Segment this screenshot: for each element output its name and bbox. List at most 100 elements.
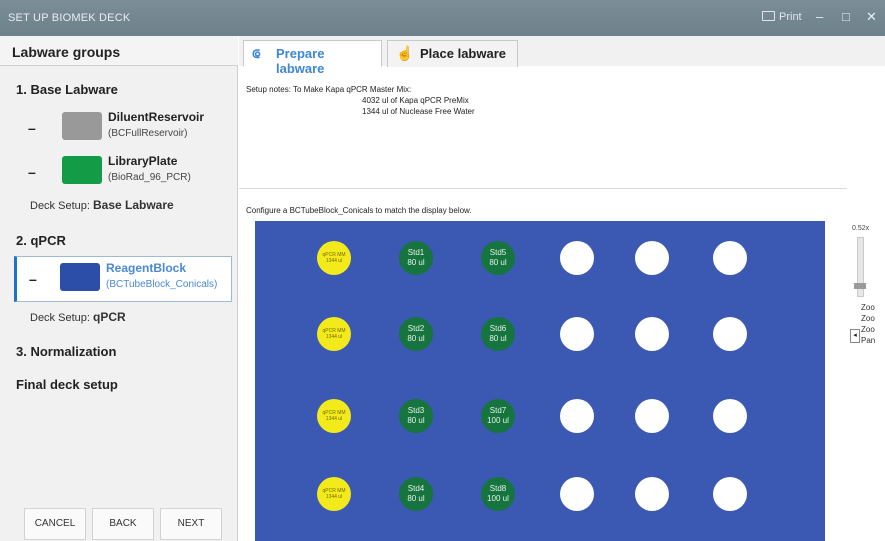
labware-type: (BioRad_96_PCR) — [108, 172, 191, 183]
labware-name: ReagentBlock — [106, 261, 187, 275]
well-volume: 80 ul — [407, 334, 425, 343]
minimize-button[interactable]: – — [816, 9, 823, 24]
maximize-button[interactable]: □ — [842, 9, 850, 24]
standard-well[interactable]: Std8 100 ul — [481, 477, 515, 511]
master-mix-well[interactable]: qPCR MM 1344 ul — [317, 241, 351, 275]
collapse-dash-icon[interactable]: – — [29, 271, 37, 287]
standard-well[interactable]: Std1 80 ul — [399, 241, 433, 275]
empty-well[interactable] — [713, 241, 747, 275]
well-label: Std1 — [407, 248, 425, 257]
spinner-left-icon[interactable]: ◂ — [850, 329, 860, 343]
well-volume: 1344 ul — [325, 334, 343, 340]
section-base-labware[interactable]: 1. Base Labware — [16, 82, 118, 97]
well-volume: 80 ul — [489, 258, 507, 267]
close-button[interactable]: ✕ — [866, 9, 877, 25]
print-label: Print — [779, 11, 802, 23]
empty-well[interactable] — [635, 241, 669, 275]
tab-prepare-labware[interactable]: ⟃ Prepare labware — [243, 40, 382, 76]
zoom-option[interactable]: Zoo — [861, 325, 875, 334]
deck-setup-prefix: Deck Setup: — [30, 200, 90, 212]
back-button[interactable]: BACK — [92, 508, 154, 540]
deck-setup-prefix: Deck Setup: — [30, 312, 90, 324]
well-volume: 80 ul — [407, 416, 425, 425]
labware-type: (BCFullReservoir) — [108, 128, 188, 139]
labware-name: LibraryPlate — [108, 154, 178, 168]
empty-well[interactable] — [713, 399, 747, 433]
zoom-slider-thumb[interactable] — [854, 283, 866, 289]
tab-place-labware[interactable]: ☝ Place labware — [387, 40, 518, 67]
pan-option[interactable]: Pan — [861, 336, 875, 345]
well-label: Std2 — [407, 324, 425, 333]
standard-well[interactable]: Std3 80 ul — [399, 399, 433, 433]
setup-notes-line3: 1344 ul of Nuclease Free Water — [362, 107, 475, 116]
section-final-deck-setup[interactable]: Final deck setup — [16, 377, 118, 392]
empty-well[interactable] — [635, 317, 669, 351]
labware-groups-title: Labware groups — [12, 44, 121, 60]
well-label: Std6 — [489, 324, 507, 333]
empty-well[interactable] — [713, 477, 747, 511]
setup-notes-line2: 4032 ul of Kapa qPCR PreMix — [362, 96, 469, 105]
well-label: Std3 — [407, 406, 425, 415]
tube-block-display: qPCR MM 1344 ul Std1 80 ul Std5 80 ul qPCR MM 1… — [255, 221, 825, 541]
labware-name: DiluentReservoir — [108, 110, 205, 124]
collapse-dash-icon[interactable]: – — [28, 120, 36, 136]
main-area: ⟃ Prepare labware ☝ Place labware Setup … — [239, 36, 885, 541]
master-mix-well[interactable]: qPCR MM 1344 ul — [317, 317, 351, 351]
tab-label: Prepare labware — [276, 46, 325, 76]
labware-type: (BCTubeBlock_Conicals) — [106, 279, 218, 290]
labware-item-reagent-block[interactable]: – ReagentBlock (BCTubeBlock_Conicals) — [14, 256, 232, 302]
zoom-option[interactable]: Zoo — [861, 303, 875, 312]
standard-well[interactable]: Std4 80 ul — [399, 477, 433, 511]
well-volume: 100 ul — [487, 416, 509, 425]
standard-well[interactable]: Std5 80 ul — [481, 241, 515, 275]
standard-well[interactable]: Std6 80 ul — [481, 317, 515, 351]
well-volume: 1344 ul — [325, 494, 343, 500]
configure-instructions: Configure a BCTubeBlock_Conicals to matc… — [246, 206, 472, 215]
well-volume: 80 ul — [407, 258, 425, 267]
tube-block-swatch-icon — [60, 263, 100, 291]
well-label: Std5 — [489, 248, 507, 257]
well-volume: 80 ul — [489, 334, 507, 343]
reservoir-swatch-icon — [62, 112, 102, 140]
well-volume: 1344 ul — [325, 416, 343, 422]
zoom-option[interactable]: Zoo — [861, 314, 875, 323]
empty-well[interactable] — [560, 317, 594, 351]
well-label: Std8 — [489, 484, 507, 493]
setup-notes-line1: To Make Kapa qPCR Master Mix: — [293, 85, 412, 94]
divider — [239, 188, 847, 189]
deck-setup-base: Deck Setup: Base Labware — [30, 198, 174, 212]
title-bar: SET UP BIOMEK DECK Print – □ ✕ — [0, 0, 885, 36]
master-mix-well[interactable]: qPCR MM 1344 ul — [317, 399, 351, 433]
deck-setup-value: qPCR — [92, 310, 126, 324]
empty-well[interactable] — [560, 477, 594, 511]
empty-well[interactable] — [560, 399, 594, 433]
labware-item-library-plate[interactable]: – LibraryPlate (BioRad_96_PCR) — [16, 150, 231, 194]
empty-well[interactable] — [713, 317, 747, 351]
zoom-panel: 0.52x Zoo Zoo Zoo Pan ◂ — [847, 221, 885, 371]
section-qpcr[interactable]: 2. qPCR — [16, 233, 66, 248]
section-normalization[interactable]: 3. Normalization — [16, 344, 116, 359]
place-labware-icon: ☝ — [396, 45, 414, 61]
empty-well[interactable] — [635, 477, 669, 511]
setup-notes: Setup notes: To Make Kapa qPCR Master Mi… — [246, 84, 475, 116]
standard-well[interactable]: Std2 80 ul — [399, 317, 433, 351]
prepare-labware-icon: ⟃ — [252, 45, 261, 61]
master-mix-well[interactable]: qPCR MM 1344 ul — [317, 477, 351, 511]
collapse-dash-icon[interactable]: – — [28, 164, 36, 180]
standard-well[interactable]: Std7 100 ul — [481, 399, 515, 433]
labware-groups-header: Labware groups — [0, 36, 238, 66]
print-button[interactable]: Print — [762, 11, 802, 23]
well-label: Std7 — [489, 406, 507, 415]
labware-item-diluent-reservoir[interactable]: – DiluentReservoir (BCFullReservoir) — [16, 106, 231, 150]
empty-well[interactable] — [635, 399, 669, 433]
deck-setup-qpcr: Deck Setup: qPCR — [30, 310, 126, 324]
tab-strip: ⟃ Prepare labware ☝ Place labware — [239, 36, 885, 76]
well-volume: 100 ul — [487, 494, 509, 503]
well-volume: 1344 ul — [325, 258, 343, 264]
next-button[interactable]: NEXT — [160, 508, 222, 540]
zoom-level: 0.52x — [852, 225, 870, 232]
cancel-button[interactable]: CANCEL — [24, 508, 86, 540]
empty-well[interactable] — [560, 241, 594, 275]
deck-setup-value: Base Labware — [92, 198, 174, 212]
labware-groups-panel: Labware groups 1. Base Labware – Diluent… — [0, 36, 238, 541]
